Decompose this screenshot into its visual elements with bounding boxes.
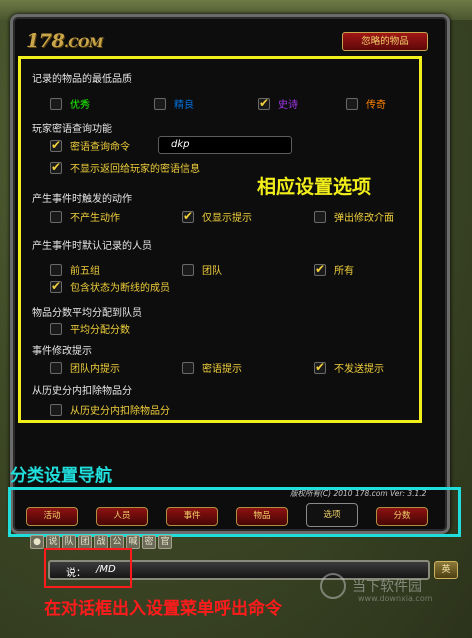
chat-channel-party[interactable]: 队 [62, 535, 76, 549]
copyright-text: 版权所有(C) 2010 178.com Ver: 3.1.2 [290, 489, 427, 498]
members-option-first-five[interactable]: 前五组 [50, 262, 100, 277]
option-label: 精良 [174, 100, 194, 111]
checkbox[interactable] [50, 403, 62, 416]
tab-events[interactable]: 事件 [166, 507, 218, 526]
trigger-action-title: 产生事件时触发的动作 [32, 194, 132, 205]
checkbox-checked[interactable] [314, 360, 326, 374]
split-score-option[interactable]: 平均分配分数 [50, 321, 130, 336]
hint-option-none[interactable]: 不发送提示 [314, 360, 384, 375]
checkbox-checked[interactable] [182, 209, 194, 223]
whisper-command-option[interactable]: 密语查询命令 [50, 138, 130, 153]
tab-members[interactable]: 人员 [96, 507, 148, 526]
hint-option-whisper[interactable]: 密语提示 [182, 360, 242, 375]
watermark-logo-icon [320, 573, 346, 599]
checkbox[interactable] [50, 322, 62, 335]
trigger-option-none[interactable]: 不产生动作 [50, 209, 120, 224]
option-label: 不发送提示 [334, 364, 384, 375]
option-label: 团队内提示 [70, 364, 120, 375]
checkbox-checked[interactable] [50, 160, 62, 174]
option-label: 不显示返回给玩家的密语信息 [70, 164, 200, 175]
nav-caption: 分类设置导航 [10, 466, 112, 486]
checkbox[interactable] [50, 263, 62, 276]
deduct-history-option[interactable]: 从历史分内扣除物品分 [50, 402, 170, 417]
quality-option-epic[interactable]: 史诗 [258, 96, 298, 111]
checkbox-checked[interactable] [50, 279, 62, 293]
checkbox-checked[interactable] [314, 262, 326, 276]
trigger-option-show-hint[interactable]: 仅显示提示 [182, 209, 252, 224]
checkbox[interactable] [182, 361, 194, 374]
trigger-option-popup[interactable]: 弹出修改介面 [314, 209, 394, 224]
chat-channel-whisper[interactable]: 密 [142, 535, 156, 549]
chat-channel-guild[interactable]: 公 [110, 535, 124, 549]
checkbox[interactable] [50, 210, 62, 223]
option-label: 平均分配分数 [70, 325, 130, 336]
chat-caption: 在对话框出入设置菜单呼出命令 [44, 599, 282, 619]
option-label: 所有 [334, 266, 354, 277]
option-label: 传奇 [366, 100, 386, 111]
chat-channel-yell[interactable]: 喊 [126, 535, 140, 549]
checkbox-checked[interactable] [258, 96, 270, 110]
checkbox[interactable] [50, 97, 62, 110]
hide-whisper-reply-option[interactable]: 不显示返回给玩家的密语信息 [50, 160, 200, 175]
option-label: 从历史分内扣除物品分 [70, 406, 170, 417]
checkbox[interactable] [50, 361, 62, 374]
min-quality-title: 记录的物品的最低品质 [32, 74, 132, 85]
option-label: 密语查询命令 [70, 142, 130, 153]
checkbox-checked[interactable] [50, 138, 62, 152]
option-label: 弹出修改介面 [334, 213, 394, 224]
modify-hint-title: 事件修改提示 [32, 346, 92, 357]
tab-scores[interactable]: 分数 [376, 507, 428, 526]
whisper-title: 玩家密语查询功能 [32, 124, 112, 135]
quality-option-rare[interactable]: 精良 [154, 96, 194, 111]
tab-options[interactable]: 选项 [306, 503, 358, 527]
hint-option-raid[interactable]: 团队内提示 [50, 360, 120, 375]
deduct-history-title: 从历史分内扣除物品分 [32, 386, 132, 397]
ignored-items-button[interactable]: 忽略的物品 [342, 32, 428, 51]
option-label: 包含状态为断线的成员 [70, 283, 170, 294]
option-label: 史诗 [278, 100, 298, 111]
chat-channel-icon[interactable]: ● [30, 535, 44, 549]
tab-activity[interactable]: 活动 [26, 507, 78, 526]
quality-option-legendary[interactable]: 传奇 [346, 96, 386, 111]
option-label: 密语提示 [202, 364, 242, 375]
options-caption: 相应设置选项 [257, 176, 372, 198]
option-label: 仅显示提示 [202, 213, 252, 224]
chat-command-highlight-box [44, 548, 132, 588]
chat-channel-battleground[interactable]: 战 [94, 535, 108, 549]
watermark-text: 当下软件园 [352, 579, 422, 595]
option-label: 团队 [202, 266, 222, 277]
178-logo: 178.COM [26, 30, 103, 52]
members-option-all[interactable]: 所有 [314, 262, 354, 277]
option-label: 前五组 [70, 266, 100, 277]
checkbox[interactable] [154, 97, 166, 110]
chat-channel-say[interactable]: 说 [46, 535, 60, 549]
chat-channel-officer[interactable]: 官 [158, 535, 172, 549]
whisper-command-input[interactable]: dkp [158, 136, 292, 154]
quality-option-uncommon[interactable]: 优秀 [50, 96, 90, 111]
checkbox[interactable] [346, 97, 358, 110]
checkbox[interactable] [182, 263, 194, 276]
include-offline-option[interactable]: 包含状态为断线的成员 [50, 279, 170, 294]
members-option-raid[interactable]: 团队 [182, 262, 222, 277]
default-members-title: 产生事件时默认记录的人员 [32, 241, 152, 252]
tab-items[interactable]: 物品 [236, 507, 288, 526]
checkbox[interactable] [314, 210, 326, 223]
chat-channel-raid[interactable]: 团 [78, 535, 92, 549]
language-button[interactable]: 英 [434, 561, 458, 579]
option-label: 优秀 [70, 100, 90, 111]
split-score-title: 物品分数平均分配到队员 [32, 308, 142, 319]
option-label: 不产生动作 [70, 213, 120, 224]
watermark-url: www.downxia.com [358, 594, 433, 603]
